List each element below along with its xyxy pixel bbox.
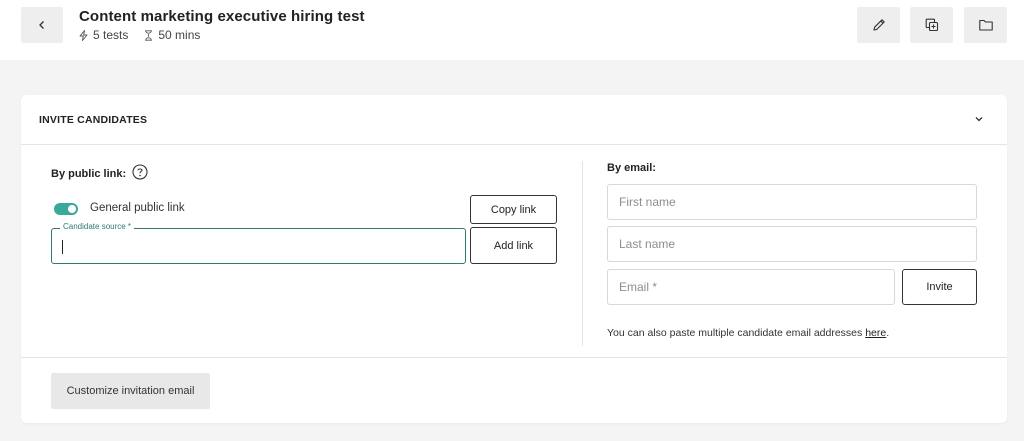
paste-note-suffix: . [886,327,890,339]
card-header[interactable]: INVITE CANDIDATES [21,95,1007,145]
candidate-source-input[interactable] [60,237,455,255]
copy-link-button[interactable]: Copy link [470,195,557,224]
lightning-icon [79,29,88,41]
duplicate-button[interactable] [910,7,953,43]
chevron-left-icon [39,21,44,29]
add-link-button[interactable]: Add link [470,227,557,264]
duration-label: 50 mins [158,28,201,42]
email-label: By email: [607,162,656,174]
invite-button[interactable]: Invite [902,269,977,305]
paste-note-text: You can also paste multiple candidate em… [607,327,866,339]
edit-button[interactable] [857,7,900,43]
paste-note: You can also paste multiple candidate em… [607,327,889,339]
duplicate-icon [925,18,938,32]
hourglass-icon [145,29,153,41]
section-divider [582,161,583,346]
help-icon[interactable] [132,164,148,180]
public-link-toggle[interactable] [54,203,78,215]
paste-emails-link[interactable]: here [865,327,886,339]
public-link-label: By public link: [51,168,127,180]
top-bar: Content marketing executive hiring test … [0,0,1024,60]
tests-count-label: 5 tests [93,28,129,42]
toggle-knob [68,205,76,213]
invite-candidates-card: INVITE CANDIDATES By public link: Genera… [21,95,1007,423]
text-caret [62,240,63,254]
candidate-source-label: Candidate source * [60,222,135,231]
duration: 50 mins [144,28,200,42]
page-title: Content marketing executive hiring test [79,8,365,25]
chevron-down-icon [975,117,983,122]
public-link-toggle-label: General public link [90,202,185,214]
customize-invitation-button[interactable]: Customize invitation email [51,373,210,409]
tests-count: 5 tests [79,28,128,42]
collapse-toggle[interactable] [971,111,987,127]
last-name-input[interactable] [607,226,977,262]
back-button[interactable] [21,7,63,43]
folder-icon [978,19,993,31]
footer-divider [21,357,1007,358]
email-input[interactable] [607,269,895,305]
test-meta: 5 tests 50 mins [79,28,200,42]
pencil-icon [872,19,885,31]
first-name-input[interactable] [607,184,977,220]
card-title: INVITE CANDIDATES [39,114,148,126]
candidate-source-field[interactable]: Candidate source * [51,222,466,264]
folder-button[interactable] [964,7,1007,43]
